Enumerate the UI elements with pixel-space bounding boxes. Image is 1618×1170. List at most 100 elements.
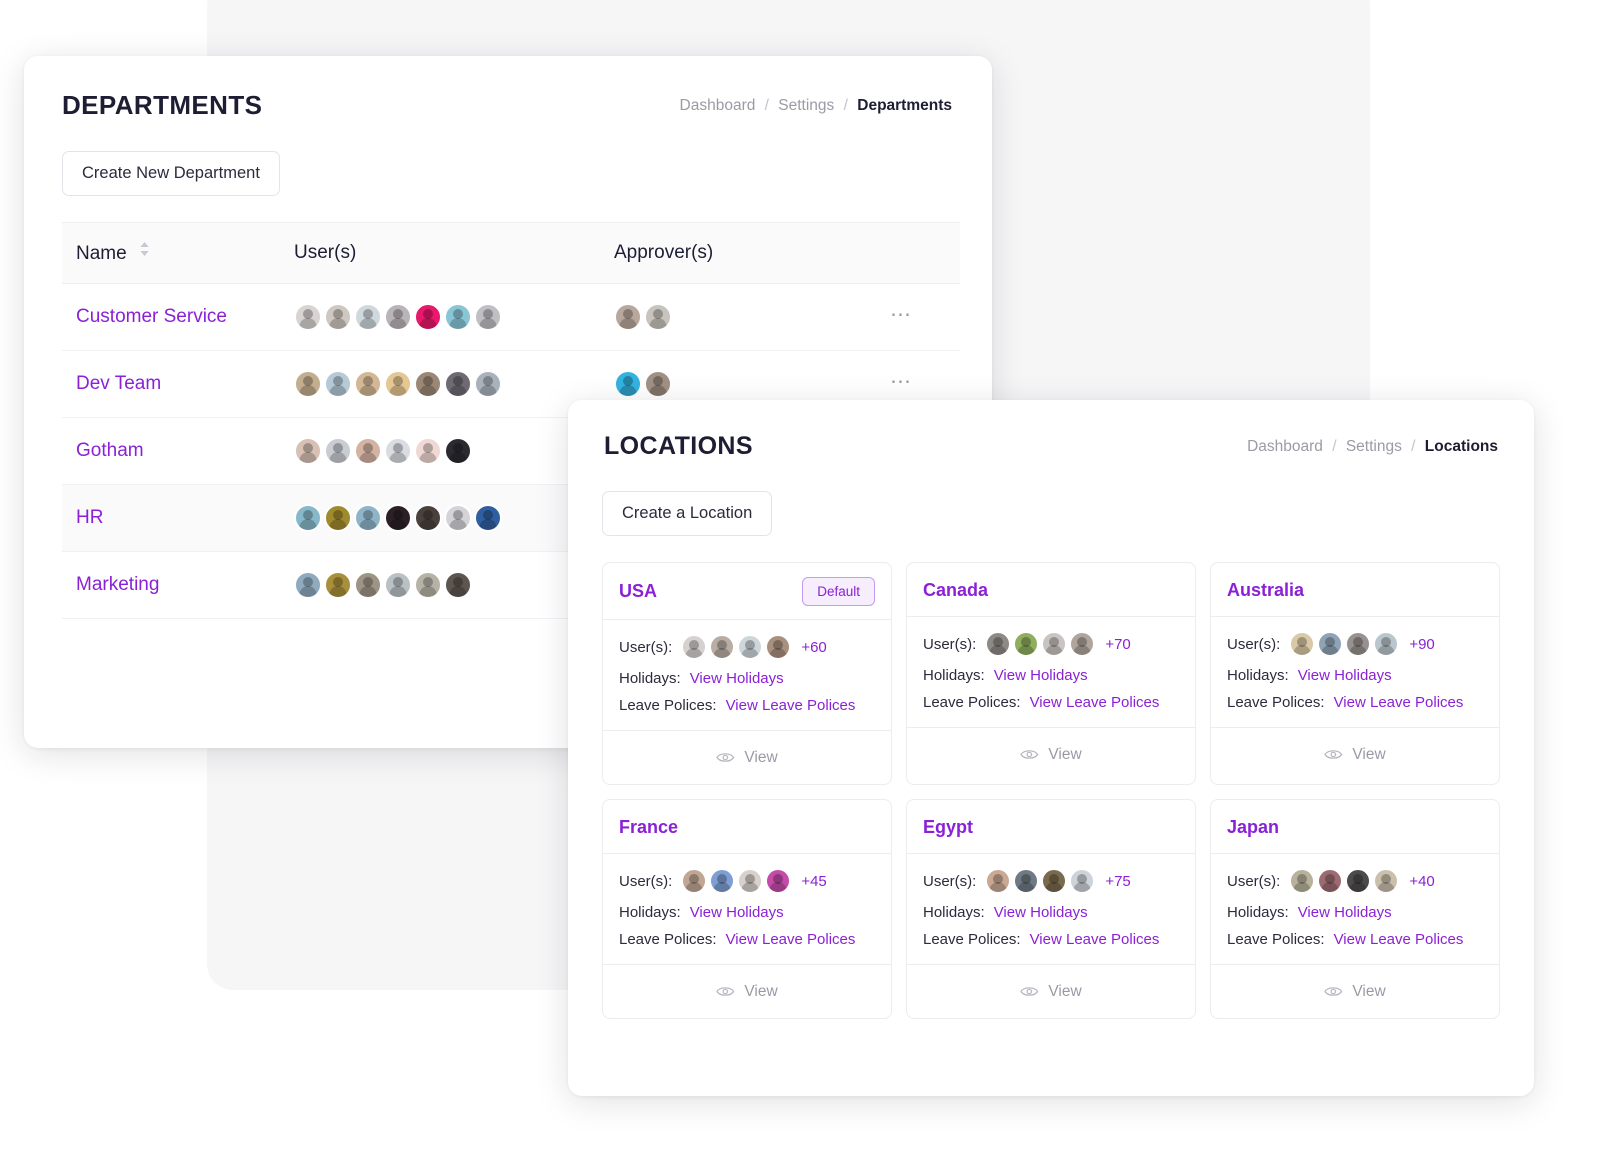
- leave-polices-label: Leave Polices:: [1227, 931, 1325, 948]
- avatar: [324, 571, 352, 599]
- create-a-location-button[interactable]: Create a Location: [602, 491, 773, 536]
- location-holidays-row: Holidays: View Holidays: [923, 904, 1179, 921]
- location-users-row: User(s): +45: [619, 868, 875, 894]
- location-card[interactable]: Australia User(s): +90 Holidays: View Holida…: [1210, 562, 1500, 785]
- location-name[interactable]: Japan: [1227, 817, 1279, 838]
- eye-icon: [1324, 748, 1343, 761]
- column-header-name[interactable]: Name: [62, 241, 294, 265]
- departments-header: DEPARTMENTS Dashboard / Settings / Depar…: [24, 56, 992, 121]
- view-holidays-link[interactable]: View Holidays: [690, 904, 784, 921]
- avatar: [1069, 868, 1096, 894]
- more-users-count[interactable]: +40: [1409, 873, 1434, 890]
- row-menu-button[interactable]: ⋯: [890, 303, 913, 326]
- breadcrumb-current: Departments: [857, 96, 952, 114]
- location-users-row: User(s): +75: [923, 868, 1179, 894]
- breadcrumb-dashboard[interactable]: Dashboard: [680, 97, 756, 114]
- view-leave-polices-link[interactable]: View Leave Polices: [726, 931, 856, 948]
- view-label: View: [744, 748, 778, 766]
- view-location-button[interactable]: View: [907, 727, 1195, 781]
- department-link[interactable]: Customer Service: [76, 306, 227, 327]
- department-name-cell: HR: [62, 507, 294, 529]
- location-card[interactable]: Egypt User(s): +75 Holidays: View Holidays Le…: [906, 799, 1196, 1019]
- view-holidays-link[interactable]: View Holidays: [1298, 667, 1392, 684]
- location-leave-polices-row: Leave Polices: View Leave Polices: [923, 931, 1179, 948]
- more-users-count[interactable]: +45: [801, 873, 826, 890]
- department-link[interactable]: Gotham: [76, 440, 144, 461]
- avatar-group: [1289, 631, 1401, 657]
- view-holidays-link[interactable]: View Holidays: [690, 670, 784, 687]
- view-holidays-link[interactable]: View Holidays: [1298, 904, 1392, 921]
- location-card-body: User(s): +40 Holidays: View Holidays Leave P…: [1211, 854, 1499, 964]
- view-leave-polices-link[interactable]: View Leave Polices: [726, 697, 856, 714]
- breadcrumb-separator: /: [1411, 437, 1416, 455]
- view-label: View: [1352, 982, 1386, 1000]
- location-users-row: User(s): +70: [923, 631, 1179, 657]
- location-holidays-row: Holidays: View Holidays: [1227, 667, 1483, 684]
- avatar: [384, 303, 412, 331]
- create-new-department-button[interactable]: Create New Department: [62, 151, 280, 196]
- default-badge[interactable]: Default: [802, 577, 875, 606]
- view-location-button[interactable]: View: [907, 964, 1195, 1018]
- view-leave-polices-link[interactable]: View Leave Polices: [1030, 931, 1160, 948]
- view-location-button[interactable]: View: [1211, 727, 1499, 781]
- view-location-button[interactable]: View: [1211, 964, 1499, 1018]
- location-card[interactable]: Canada User(s): +70 Holidays: View Holidays L…: [906, 562, 1196, 785]
- breadcrumb-settings[interactable]: Settings: [778, 97, 834, 114]
- location-holidays-row: Holidays: View Holidays: [619, 904, 875, 921]
- avatar-group: [1289, 868, 1401, 894]
- holidays-label: Holidays:: [1227, 667, 1289, 684]
- breadcrumb-settings[interactable]: Settings: [1346, 438, 1402, 455]
- department-link[interactable]: Marketing: [76, 574, 159, 595]
- locations-grid: USA Default User(s): +60 Holidays: View Holid…: [602, 562, 1534, 1019]
- view-holidays-link[interactable]: View Holidays: [994, 667, 1088, 684]
- view-location-button[interactable]: View: [603, 730, 891, 784]
- location-name[interactable]: Canada: [923, 580, 988, 601]
- location-card[interactable]: USA Default User(s): +60 Holidays: View Holid…: [602, 562, 892, 785]
- avatar: [681, 868, 708, 894]
- department-name-cell: Customer Service: [62, 306, 294, 328]
- avatar: [644, 303, 672, 331]
- view-leave-polices-link[interactable]: View Leave Polices: [1334, 931, 1464, 948]
- location-name[interactable]: France: [619, 817, 678, 838]
- avatar: [294, 571, 322, 599]
- avatar: [1041, 631, 1068, 657]
- avatar: [985, 868, 1012, 894]
- avatar: [354, 571, 382, 599]
- department-users-cell: [294, 437, 614, 465]
- department-link[interactable]: Dev Team: [76, 373, 161, 394]
- location-name[interactable]: USA: [619, 581, 657, 602]
- location-name[interactable]: Egypt: [923, 817, 973, 838]
- avatar-group: [681, 868, 793, 894]
- view-label: View: [1048, 745, 1082, 763]
- more-users-count[interactable]: +70: [1105, 636, 1130, 653]
- avatar: [1317, 868, 1344, 894]
- more-users-count[interactable]: +60: [801, 639, 826, 656]
- view-location-button[interactable]: View: [603, 964, 891, 1018]
- view-leave-polices-link[interactable]: View Leave Polices: [1030, 694, 1160, 711]
- department-actions-cell: ⋯: [872, 304, 960, 326]
- table-row[interactable]: Customer Service ⋯: [62, 284, 960, 351]
- breadcrumb-separator: /: [843, 96, 848, 114]
- more-users-count[interactable]: +75: [1105, 873, 1130, 890]
- view-label: View: [744, 982, 778, 1000]
- avatar: [1373, 631, 1400, 657]
- location-leave-polices-row: Leave Polices: View Leave Polices: [923, 694, 1179, 711]
- holidays-label: Holidays:: [923, 904, 985, 921]
- location-card[interactable]: France User(s): +45 Holidays: View Holidays L…: [602, 799, 892, 1019]
- more-users-count[interactable]: +90: [1409, 636, 1434, 653]
- location-card-body: User(s): +90 Holidays: View Holidays Leave P…: [1211, 617, 1499, 727]
- view-leave-polices-link[interactable]: View Leave Polices: [1334, 694, 1464, 711]
- department-approvers-cell: [614, 303, 872, 331]
- sort-arrows-icon[interactable]: [139, 241, 150, 263]
- breadcrumb-dashboard[interactable]: Dashboard: [1247, 438, 1323, 455]
- location-users-row: User(s): +60: [619, 634, 875, 660]
- avatar: [644, 370, 672, 398]
- view-holidays-link[interactable]: View Holidays: [994, 904, 1088, 921]
- avatar: [414, 303, 442, 331]
- avatar: [294, 303, 322, 331]
- location-card[interactable]: Japan User(s): +40 Holidays: View Holidays Le…: [1210, 799, 1500, 1019]
- location-name[interactable]: Australia: [1227, 580, 1304, 601]
- department-link[interactable]: HR: [76, 507, 103, 528]
- eye-icon: [1020, 985, 1039, 998]
- row-menu-button[interactable]: ⋯: [890, 370, 913, 393]
